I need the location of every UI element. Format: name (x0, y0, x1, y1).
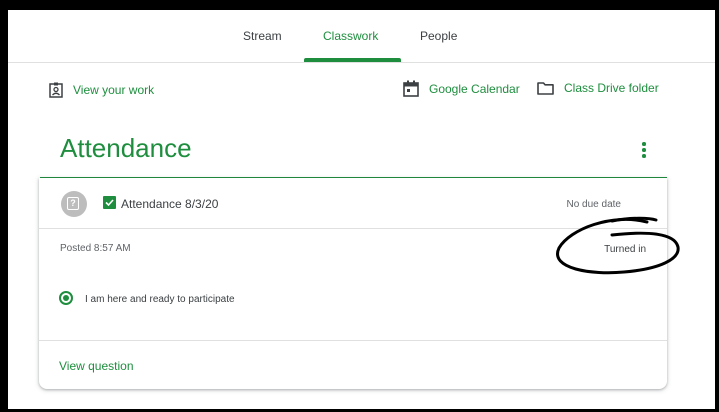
tab-stream[interactable]: Stream (243, 29, 282, 43)
tab-people[interactable]: People (420, 29, 457, 43)
class-drive-folder-label: Class Drive folder (564, 81, 659, 95)
checkbox-checked-icon (103, 196, 116, 209)
assignment-ind-icon (49, 82, 63, 98)
card-footer: View question (39, 340, 667, 390)
assignment-title: Attendance 8/3/20 (121, 197, 219, 211)
class-drive-folder-link[interactable]: Class Drive folder (537, 81, 659, 95)
active-tab-indicator (304, 58, 401, 62)
section-title: Attendance (60, 133, 192, 163)
question-icon: ? (61, 191, 87, 217)
answer-text: I am here and ready to participate (85, 294, 235, 305)
assignment-card: ? Attendance 8/3/20 No due date Posted 8… (39, 178, 667, 389)
frame-right-edge (715, 0, 719, 412)
frame-top-edge (0, 0, 719, 10)
due-date: No due date (566, 199, 622, 210)
frame-left-edge (0, 0, 8, 412)
view-your-work-label: View your work (73, 83, 155, 97)
tab-bar: Stream Classwork People (8, 10, 715, 63)
tab-classwork[interactable]: Classwork (323, 29, 378, 43)
folder-icon (537, 82, 554, 95)
posted-time: Posted 8:57 AM (60, 243, 131, 254)
view-question-link[interactable]: View question (59, 359, 134, 373)
hand-drawn-circle-annotation (556, 216, 680, 275)
selected-radio-icon (59, 291, 73, 305)
google-calendar-label: Google Calendar (429, 81, 520, 96)
google-calendar-link[interactable]: Google Calendar (403, 80, 520, 97)
calendar-icon (403, 80, 419, 97)
more-options-icon[interactable] (640, 142, 648, 158)
view-your-work-link[interactable]: View your work (49, 82, 154, 98)
